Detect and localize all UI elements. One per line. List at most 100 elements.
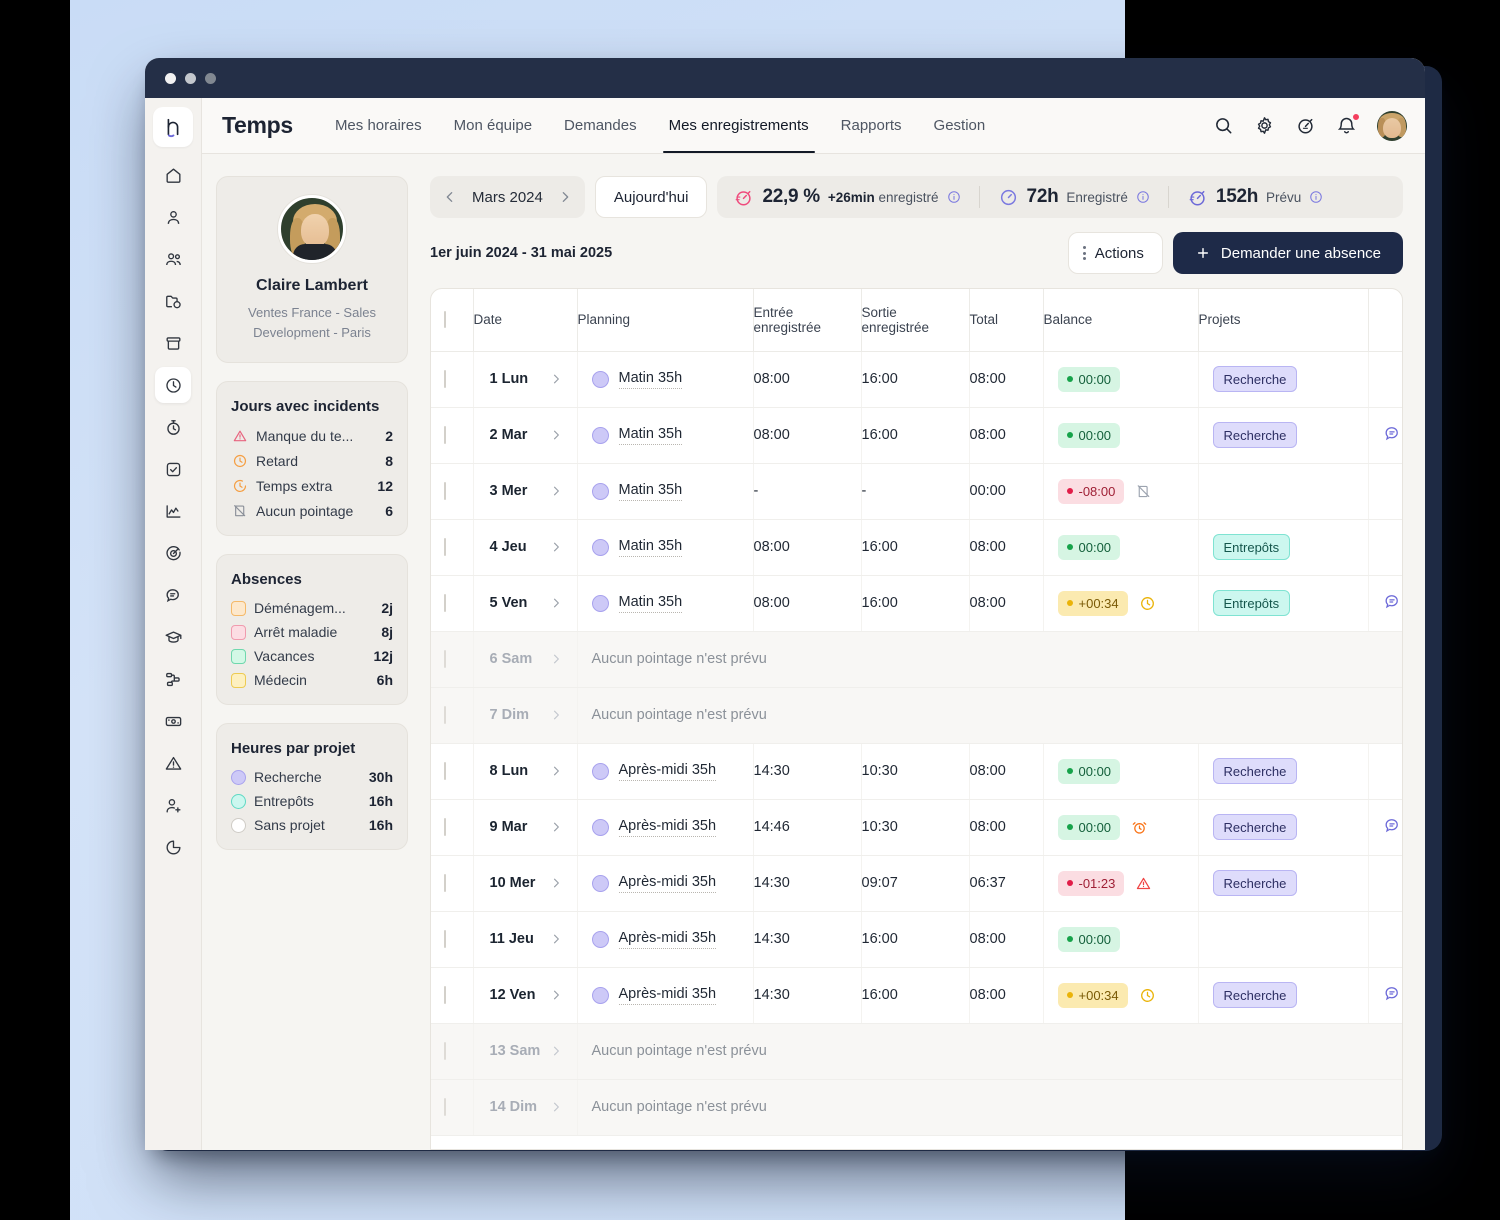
row-checkbox[interactable] [444,1042,446,1060]
chevron-right-icon[interactable] [549,764,563,778]
tab-gestion[interactable]: Gestion [918,98,1002,153]
project-tag[interactable]: Entrepôts [1212,534,1291,560]
table-row[interactable]: 4 Jeu Matin 35h 08:00 16:00 08:00 00:00 … [431,519,1402,576]
table-row-empty[interactable]: 14 Dim Aucun pointage n'est prévu [431,1079,1402,1136]
chevron-right-icon[interactable] [549,1100,563,1114]
row-checkbox[interactable] [444,370,446,388]
table-row[interactable]: 8 Lun Après-midi 35h 14:30 10:30 08:00 0… [431,743,1402,800]
chevron-right-icon[interactable] [549,988,563,1002]
header-projets[interactable]: Projets [1198,289,1369,352]
rail-item-team-icon[interactable] [155,241,191,277]
incident-row-aucun-pointage[interactable]: Aucun pointage 6 [231,502,393,519]
table-row[interactable]: 1 Lun Matin 35h 08:00 16:00 08:00 00:00 … [431,351,1402,408]
tab-mes-enregistrements[interactable]: Mes enregistrements [653,98,825,153]
chevron-right-icon[interactable] [549,596,563,610]
window-minimize-button[interactable] [185,72,196,84]
request-absence-button[interactable]: Demander une absence [1172,232,1403,274]
rail-item-graduation-cap-icon[interactable] [155,619,191,655]
row-planning[interactable]: Matin 35h [618,594,683,613]
table-row[interactable]: 5 Ven Matin 35h 08:00 16:00 08:00 +00:34… [431,575,1402,632]
table-row[interactable]: 3 Mer Matin 35h - - 00:00 -08:00 [431,463,1402,520]
window-maximize-button[interactable] [205,72,216,84]
incident-row-manque-du-temps[interactable]: Manque du te... 2 [231,427,393,444]
project-tag[interactable]: Recherche [1212,982,1298,1008]
comment-icon[interactable] [1383,592,1402,615]
rail-item-stopwatch-icon[interactable] [155,409,191,445]
info-icon[interactable] [947,190,961,204]
today-button[interactable]: Aujourd'hui [594,176,708,218]
incident-row-temps-extra[interactable]: Temps extra 12 [231,477,393,494]
row-checkbox[interactable] [444,818,446,836]
avatar[interactable] [1377,110,1407,141]
gear-icon[interactable] [1254,115,1275,136]
header-entree-enregistree[interactable]: Entrée enregistrée [753,289,862,352]
absence-row-demenagement[interactable]: Déménagem... 2j [231,600,393,616]
chevron-right-icon[interactable] [549,372,563,386]
project-row-sans-projet[interactable]: Sans projet 16h [231,817,393,833]
row-planning[interactable]: Après-midi 35h [618,930,717,949]
incident-row-retard[interactable]: Retard 8 [231,452,393,469]
rail-item-home-icon[interactable] [155,157,191,193]
table-row[interactable]: 2 Mar Matin 35h 08:00 16:00 08:00 00:00 … [431,407,1402,464]
table-row[interactable]: 9 Mar Après-midi 35h 14:46 10:30 08:00 0… [431,799,1402,856]
row-planning[interactable]: Matin 35h [618,426,683,445]
row-checkbox[interactable] [444,706,446,724]
table-row[interactable]: 10 Mer Après-midi 35h 14:30 09:07 06:37 … [431,855,1402,912]
tab-demandes[interactable]: Demandes [548,98,653,153]
table-row-empty[interactable]: 13 Sam Aucun pointage n'est prévu [431,1023,1402,1080]
absence-row-vacances[interactable]: Vacances 12j [231,648,393,664]
row-checkbox[interactable] [444,594,446,612]
rail-item-clock-icon[interactable] [155,367,191,403]
row-planning[interactable]: Après-midi 35h [618,986,717,1005]
table-row[interactable]: 12 Ven Après-midi 35h 14:30 16:00 08:00 … [431,967,1402,1024]
row-checkbox[interactable] [444,986,446,1004]
rail-item-alert-triangle-icon[interactable] [155,745,191,781]
absence-row-arret-maladie[interactable]: Arrêt maladie 8j [231,624,393,640]
row-checkbox[interactable] [444,482,446,500]
chevron-right-icon[interactable] [549,932,563,946]
window-close-button[interactable] [165,72,176,84]
chevron-left-icon[interactable] [442,189,458,205]
rail-item-payroll-icon[interactable] [155,703,191,739]
header-sortie-enregistree[interactable]: Sortie enregistrée [861,289,970,352]
chevron-right-icon[interactable] [549,708,563,722]
info-icon[interactable] [1309,190,1323,204]
row-planning[interactable]: Après-midi 35h [618,762,717,781]
project-tag[interactable]: Recherche [1212,814,1298,840]
rail-item-pie-chart-icon[interactable] [155,829,191,865]
table-row-empty[interactable]: 7 Dim Aucun pointage n'est prévu [431,687,1402,744]
row-checkbox[interactable] [444,762,446,780]
chevron-right-icon[interactable] [549,1044,563,1058]
project-row-entrepots[interactable]: Entrepôts 16h [231,793,393,809]
rail-item-chat-icon[interactable] [155,577,191,613]
row-planning[interactable]: Après-midi 35h [618,874,717,893]
chevron-right-icon[interactable] [549,428,563,442]
rail-item-user-add-icon[interactable] [155,787,191,823]
select-all-checkbox[interactable] [444,311,446,329]
comment-icon[interactable] [1383,984,1402,1007]
chevron-right-icon[interactable] [549,876,563,890]
header-planning[interactable]: Planning [577,289,754,352]
project-row-recherche[interactable]: Recherche 30h [231,769,393,785]
row-planning[interactable]: Après-midi 35h [618,818,717,837]
rail-item-folder-icon[interactable] [155,283,191,319]
row-checkbox[interactable] [444,1098,446,1116]
rail-item-check-square-icon[interactable] [155,451,191,487]
rail-item-flow-icon[interactable] [155,661,191,697]
comment-icon[interactable] [1383,816,1402,839]
comment-icon[interactable] [1383,424,1402,447]
header-date[interactable]: Date [473,289,578,352]
table-row[interactable]: 11 Jeu Après-midi 35h 14:30 16:00 08:00 … [431,911,1402,968]
project-tag[interactable]: Recherche [1212,366,1298,392]
row-checkbox[interactable] [444,538,446,556]
app-logo[interactable] [153,107,193,147]
absence-row-medecin[interactable]: Médecin 6h [231,672,393,688]
info-icon[interactable] [1136,190,1150,204]
actions-button[interactable]: Actions [1067,232,1163,274]
chevron-right-icon[interactable] [549,484,563,498]
table-row-empty[interactable]: 6 Sam Aucun pointage n'est prévu [431,631,1402,688]
rail-item-archive-icon[interactable] [155,325,191,361]
project-tag[interactable]: Recherche [1212,422,1298,448]
row-checkbox[interactable] [444,874,446,892]
tab-mes-horaires[interactable]: Mes horaires [319,98,438,153]
